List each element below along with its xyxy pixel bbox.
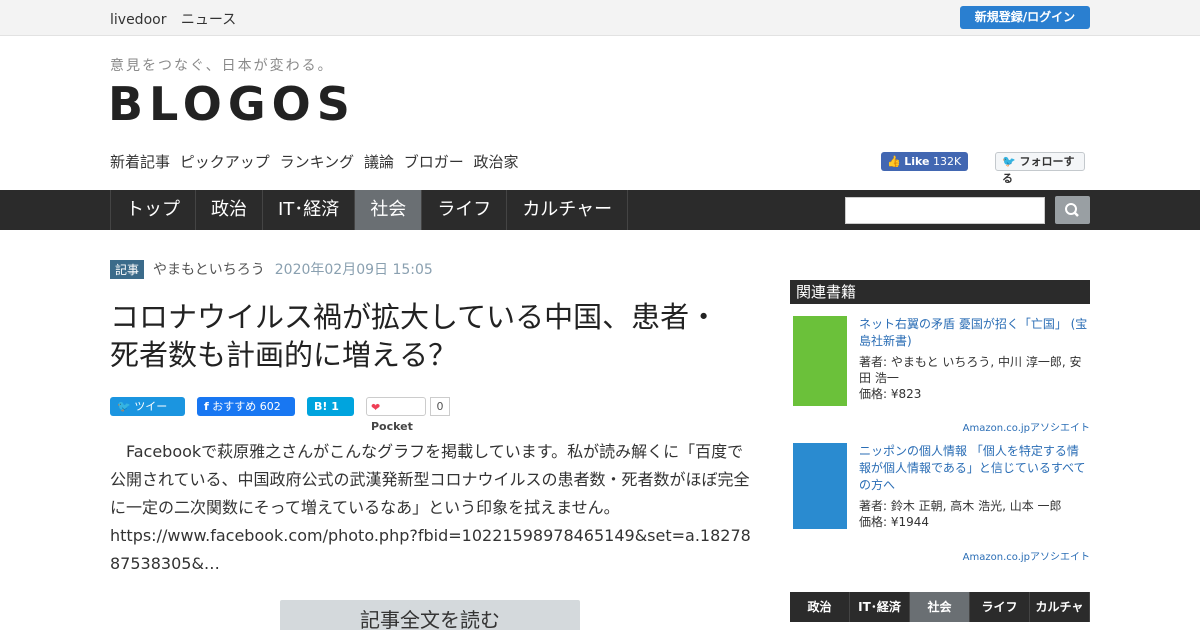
- login-button[interactable]: 新規登録/ログイン: [960, 6, 1090, 29]
- sub-navigation: 新着記事 ピックアップ ランキング 議論 ブロガー 政治家: [110, 151, 524, 172]
- pocket-count: 0: [430, 396, 450, 416]
- brand[interactable]: livedoor ニュース: [110, 9, 246, 29]
- thumbs-up-icon: 👍: [887, 155, 901, 168]
- article-title: コロナウイルス禍が拡大している中国、患者・死者数も計画的に増える？: [110, 300, 719, 372]
- amazon-associate-link[interactable]: Amazon.co.jpアソシエイト: [790, 548, 1090, 563]
- subnav-debate[interactable]: 議論: [364, 153, 394, 171]
- facebook-share-button[interactable]: f おすすめ 602: [197, 396, 295, 416]
- book-title[interactable]: ネット右翼の矛盾 憂国が招く「亡国」 (宝島社新書): [859, 316, 1090, 350]
- read-more-button[interactable]: 記事全文を読む: [280, 600, 580, 630]
- tab-society[interactable]: 社会: [355, 190, 423, 230]
- subnav-blogger[interactable]: ブロガー: [404, 153, 464, 171]
- book-author: 著者: 鈴木 正朝, 高木 浩光, 山本 一郎: [859, 499, 1062, 513]
- top-bar: livedoor ニュース 新規登録/ログイン: [0, 0, 1200, 36]
- search-button[interactable]: [1055, 196, 1090, 224]
- brand-service[interactable]: ニュース: [181, 12, 236, 28]
- search-input[interactable]: [845, 197, 1045, 224]
- article-body: Facebookで萩原雅之さんがこんなグラフを掲載しています。私が読み解くに「百…: [110, 438, 755, 578]
- twitter-bird-icon: 🐦: [117, 399, 131, 413]
- related-books-heading: 関連書籍: [790, 280, 1090, 304]
- tab-top[interactable]: トップ: [111, 190, 196, 230]
- article-link[interactable]: https://www.facebook.com/photo.php?fbid=…: [110, 522, 755, 578]
- book-cover[interactable]: [793, 443, 847, 529]
- twitter-follow-button[interactable]: 🐦 フォローする: [995, 152, 1085, 185]
- book-cover[interactable]: [793, 316, 847, 406]
- amazon-associate-link[interactable]: Amazon.co.jpアソシエイト: [790, 419, 1090, 434]
- article-excerpt: Facebookで萩原雅之さんがこんなグラフを掲載しています。私が読み解くに「百…: [110, 442, 750, 517]
- book-title[interactable]: ニッポンの個人情報 「個人を特定する情報が個人情報である」と信じているすべての方…: [859, 443, 1090, 494]
- side-tab-culture[interactable]: カルチャー: [1030, 592, 1090, 622]
- site-logo[interactable]: BLOGOS: [108, 78, 356, 130]
- tab-it-economy[interactable]: IT･経済: [263, 190, 356, 230]
- tagline: 意見をつなぐ、日本が変わる。: [110, 58, 334, 74]
- book-price: 価格: ¥1944: [859, 515, 930, 529]
- article-date: 2020年02月09日 15:05: [274, 262, 433, 278]
- tab-politics[interactable]: 政治: [196, 190, 263, 230]
- pocket-label: Pocket: [371, 419, 413, 433]
- twitter-bird-icon: 🐦: [1002, 155, 1016, 168]
- subnav-new[interactable]: 新着記事: [110, 153, 170, 171]
- article-badge: 記事: [110, 259, 145, 279]
- search-icon: [1065, 203, 1079, 217]
- article-author[interactable]: やまもといちろう: [153, 259, 265, 279]
- tab-culture[interactable]: カルチャー: [507, 190, 629, 230]
- facebook-like-button[interactable]: 👍 Like 132K: [881, 152, 968, 171]
- subnav-pickup[interactable]: ピックアップ: [180, 153, 270, 171]
- article-meta: 記事 やまもといちろう 2020年02月09日 15:05: [110, 259, 433, 279]
- hatena-count: 1: [331, 399, 339, 413]
- tweet-button[interactable]: 🐦 ツイート: [110, 396, 185, 432]
- subnav-politician[interactable]: 政治家: [474, 153, 519, 171]
- book-price: 価格: ¥823: [859, 387, 922, 401]
- share-bar: 🐦 ツイート f おすすめ 602 B! 1 ❤ Pocket 0: [110, 396, 450, 433]
- side-tab-society[interactable]: 社会: [910, 592, 970, 622]
- side-tab-it-economy[interactable]: IT･経済: [850, 592, 910, 622]
- hatena-bookmark-button[interactable]: B! 1: [307, 396, 354, 416]
- hatena-icon: B!: [314, 399, 328, 413]
- fb-share-count: 602: [259, 399, 281, 413]
- book-author: 著者: やまもと いちろう, 中川 淳一郎, 安田 浩一: [859, 355, 1082, 385]
- fb-like-count: 132K: [932, 155, 962, 168]
- fb-share-label: おすすめ: [212, 399, 257, 413]
- brand-name[interactable]: livedoor: [110, 12, 166, 28]
- tab-life[interactable]: ライフ: [422, 190, 508, 230]
- facebook-icon: f: [204, 399, 209, 413]
- pocket-icon: ❤: [371, 400, 381, 414]
- pocket-button[interactable]: ❤ Pocket: [366, 396, 426, 433]
- subnav-ranking[interactable]: ランキング: [280, 153, 355, 171]
- side-tab-politics[interactable]: 政治: [790, 592, 850, 622]
- fb-like-label: Like: [904, 155, 930, 168]
- side-tab-life[interactable]: ライフ: [970, 592, 1030, 622]
- sidebar-category-tabs: 政治 IT･経済 社会 ライフ カルチャー: [790, 592, 1090, 622]
